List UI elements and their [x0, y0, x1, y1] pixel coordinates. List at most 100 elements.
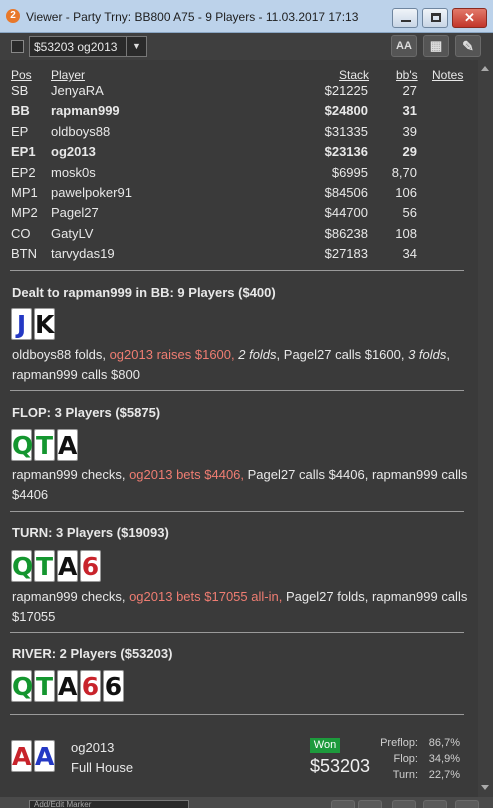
toolbar: $53203 og2013 ▼ AA ▦ ✎ — [0, 33, 493, 60]
bbs-cell: 8,70 — [391, 164, 417, 180]
player-select-value: $53203 og2013 — [34, 40, 118, 54]
header-player[interactable]: Player — [51, 68, 85, 82]
flop-cards: QTA — [11, 429, 80, 462]
action-item: rapman999 checks, — [12, 467, 130, 482]
pos-cell: BTN — [11, 246, 37, 262]
stack-cell: $86238 — [324, 225, 368, 241]
playing-card: A — [57, 670, 78, 702]
share-icon[interactable] — [455, 800, 479, 808]
turn-title: TURN: 3 Players ($19093) — [12, 525, 169, 540]
arrow-up-icon[interactable] — [358, 800, 382, 808]
marker-input-text: Add/Edit Marker — [34, 800, 92, 808]
playing-card: 6 — [80, 670, 101, 702]
playing-card: 6 — [80, 550, 101, 582]
playing-card: J — [11, 308, 32, 340]
app-logo-icon: 2 — [6, 9, 20, 23]
equity-label-turn: Turn: — [392, 769, 418, 781]
player-name-cell: oldboys88 — [51, 123, 111, 139]
scroll-down-icon[interactable] — [481, 785, 489, 790]
player-name-cell: og2013 — [51, 144, 96, 160]
won-badge: Won — [310, 738, 340, 753]
action-item-folds: 3 folds — [408, 347, 447, 362]
player-select-dropdown[interactable]: $53203 og2013 ▼ — [29, 36, 147, 57]
action-item-highlight: og2013 raises $1600, — [109, 347, 239, 362]
playing-card: 6 — [103, 670, 124, 702]
bbs-cell: 31 — [402, 103, 417, 119]
stack-cell: $31335 — [324, 123, 368, 139]
pos-cell: MP2 — [11, 205, 38, 221]
window-title: Viewer - Party Trny: BB800 A75 - 9 Playe… — [26, 10, 359, 24]
action-item-highlight: og2013 bets $4406, — [129, 467, 248, 482]
playing-card: T — [34, 429, 55, 461]
pos-cell: EP2 — [11, 164, 36, 180]
playing-card: T — [34, 550, 55, 582]
bbs-cell: 108 — [395, 225, 417, 241]
equity-value-turn: 22,7% — [428, 769, 460, 781]
save-icon[interactable] — [423, 800, 447, 808]
player-name-cell: rapman999 — [51, 103, 120, 119]
equity-value-flop: 34,9% — [428, 753, 460, 765]
bottom-bar: Add/Edit Marker — [0, 797, 493, 808]
playing-card: Q — [11, 550, 34, 582]
pos-cell: BB — [11, 103, 30, 119]
bbs-cell: 29 — [402, 144, 417, 160]
preflop-actions: oldboys88 folds, og2013 raises $1600, 2 … — [12, 345, 472, 385]
winner-cards: AA — [11, 740, 57, 773]
pos-cell: EP1 — [11, 144, 36, 160]
title-bar: 2 Viewer - Party Trny: BB800 A75 - 9 Pla… — [0, 0, 493, 33]
playing-card: T — [34, 670, 55, 702]
header-bbs[interactable]: bb's — [396, 68, 418, 82]
player-name-cell: JenyaRA — [51, 83, 104, 98]
pencil-icon[interactable]: ✎ — [455, 35, 481, 57]
action-item: rapman999 checks, — [12, 589, 130, 604]
divider — [10, 390, 464, 391]
bbs-cell: 27 — [402, 83, 417, 98]
divider — [10, 270, 464, 271]
winning-hand: Full House — [71, 760, 134, 775]
playing-card: Q — [11, 429, 34, 461]
equity-value-preflop: 86,7% — [428, 737, 460, 749]
scroll-up-icon[interactable] — [481, 66, 489, 71]
font-size-button[interactable]: AA — [391, 35, 417, 57]
turn-actions: rapman999 checks, og2013 bets $17055 all… — [12, 587, 472, 627]
pos-cell: CO — [11, 225, 31, 241]
bbs-cell: 106 — [395, 185, 417, 200]
minimize-button[interactable] — [392, 8, 418, 28]
playing-card: A — [11, 740, 32, 772]
select-checkbox[interactable] — [11, 40, 24, 53]
vertical-scrollbar[interactable] — [478, 60, 493, 797]
close-button[interactable]: ✕ — [452, 8, 487, 28]
stack-cell: $21225 — [324, 83, 368, 98]
close-icon: ✕ — [464, 10, 475, 25]
playing-card: K — [34, 308, 55, 340]
stack-cell: $84506 — [324, 185, 368, 200]
stack-cell: $23136 — [324, 144, 368, 160]
player-name-cell: Pagel27 — [51, 205, 99, 221]
marker-input[interactable]: Add/Edit Marker — [29, 800, 189, 808]
player-name-cell: mosk0s — [51, 164, 96, 180]
header-notes[interactable]: Notes — [432, 68, 463, 82]
equity-label-preflop: Preflop: — [380, 737, 418, 749]
header-pos[interactable]: Pos — [11, 68, 32, 82]
stack-cell: $27183 — [324, 246, 368, 262]
bbs-cell: 34 — [402, 246, 417, 262]
stack-cell: $44700 — [324, 205, 368, 221]
flop-actions: rapman999 checks, og2013 bets $4406, Pag… — [12, 465, 472, 505]
hand-history-panel: Pos Player Stack bb's Notes SB JenyaRA $21… — [0, 60, 478, 797]
header-stack[interactable]: Stack — [339, 68, 369, 82]
chevron-down-icon[interactable]: ▼ — [126, 37, 146, 56]
playing-card: A — [57, 429, 78, 461]
action-item-folds: 2 folds — [238, 347, 277, 362]
turn-cards: QTA6 — [11, 550, 103, 583]
pos-cell: EP — [11, 123, 29, 139]
player-name-cell: tarvydas19 — [51, 246, 115, 262]
grid-icon[interactable]: ▦ — [423, 35, 449, 57]
flop-title: FLOP: 3 Players ($5875) — [12, 405, 161, 420]
divider — [10, 714, 464, 715]
refresh-icon[interactable] — [392, 800, 416, 808]
maximize-button[interactable] — [422, 8, 448, 28]
calendar-icon[interactable] — [331, 800, 355, 808]
preflop-title: Dealt to rapman999 in BB: 9 Players ($40… — [12, 285, 276, 300]
action-item-highlight: og2013 bets $17055 all-in, — [129, 589, 286, 604]
playing-card: A — [34, 740, 55, 772]
